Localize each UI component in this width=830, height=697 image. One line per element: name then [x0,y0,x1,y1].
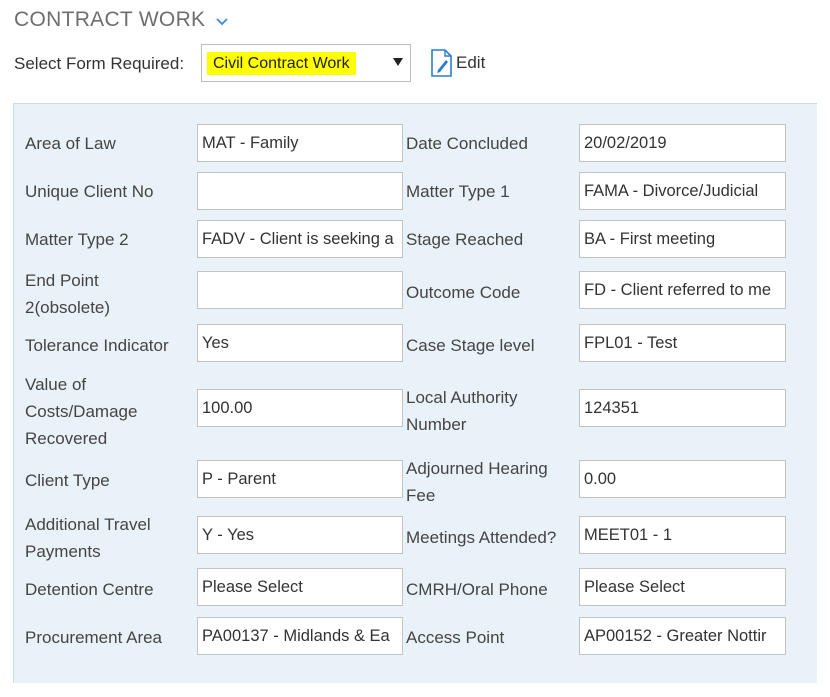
dropdown-arrow-icon [393,58,403,66]
label-value-line2: Costs/Damage [25,402,138,421]
unique-client-no-field[interactable] [197,172,403,210]
additional-travel-field[interactable]: Y - Yes [197,516,403,554]
edit-button[interactable]: Edit [430,48,485,78]
area-of-law-field[interactable]: MAT - Family [197,124,403,162]
date-concluded-field[interactable]: 20/02/2019 [579,124,786,162]
meetings-attended-field[interactable]: MEET01 - 1 [579,516,786,554]
document-edit-icon [431,49,452,77]
label-value-line3: Recovered [25,429,108,448]
label-meetings-attended: Meetings Attended? [406,528,557,547]
procurement-area-field[interactable]: PA00137 - Midlands & Ea [197,617,403,655]
label-local-authority-line2: Number [406,415,467,434]
client-type-field[interactable]: P - Parent [197,460,403,498]
form-select-dropdown[interactable]: Civil Contract Work [201,44,411,82]
label-case-stage-level: Case Stage level [406,336,535,355]
label-unique-client-no: Unique Client No [25,182,154,201]
section-header[interactable]: CONTRACT WORK [14,8,229,32]
label-local-authority-line1: Local Authority [406,388,518,407]
label-matter-type-2: Matter Type 2 [25,230,129,249]
label-procurement-area: Procurement Area [25,628,163,647]
label-area-of-law: Area of Law [25,134,116,153]
label-outcome-code: Outcome Code [406,283,521,302]
form-select-row: Select Form Required: Civil Contract Wor… [14,44,485,84]
label-value-line1: Value of [25,375,87,394]
form-select-value: Civil Contract Work [207,52,356,75]
chevron-down-icon[interactable] [215,15,229,29]
value-recovered-field[interactable]: 100.00 [197,389,403,427]
label-cmrh-oral-phone: CMRH/Oral Phone [406,580,548,599]
label-access-point: Access Point [406,628,505,647]
label-matter-type-1: Matter Type 1 [406,182,510,201]
stage-reached-field[interactable]: BA - First meeting [579,220,786,258]
label-travel-line2: Payments [25,542,101,561]
label-end-point-line2: 2(obsolete) [25,298,111,317]
outcome-code-field[interactable]: FD - Client referred to me [579,271,786,309]
label-adjourned-line1: Adjourned Hearing [406,459,548,478]
local-authority-number-field[interactable]: 124351 [579,389,786,427]
access-point-field[interactable]: AP00152 - Greater Nottir [579,617,786,655]
detention-centre-select[interactable]: Please Select [197,568,403,606]
adjourned-hearing-fee-field[interactable]: 0.00 [579,460,786,498]
case-stage-level-field[interactable]: FPL01 - Test [579,324,786,362]
label-tolerance-indicator: Tolerance Indicator [25,336,169,355]
label-adjourned-line2: Fee [406,486,436,505]
contract-form-panel: Area of Law MAT - Family Date Concluded … [13,103,817,683]
form-select-label: Select Form Required: [14,54,185,73]
label-end-point-line1: End Point [25,271,99,290]
label-travel-line1: Additional Travel [25,515,151,534]
edit-label: Edit [456,53,486,72]
end-point-field[interactable] [197,271,403,309]
label-detention-centre: Detention Centre [25,580,154,599]
tolerance-indicator-field[interactable]: Yes [197,324,403,362]
matter-type-2-field[interactable]: FADV - Client is seeking a [197,220,403,258]
label-date-concluded: Date Concluded [406,134,528,153]
label-client-type: Client Type [25,471,110,490]
matter-type-1-field[interactable]: FAMA - Divorce/Judicial [579,172,786,210]
section-title: CONTRACT WORK [14,8,206,31]
cmrh-oral-phone-select[interactable]: Please Select [579,568,786,606]
label-stage-reached: Stage Reached [406,230,524,249]
